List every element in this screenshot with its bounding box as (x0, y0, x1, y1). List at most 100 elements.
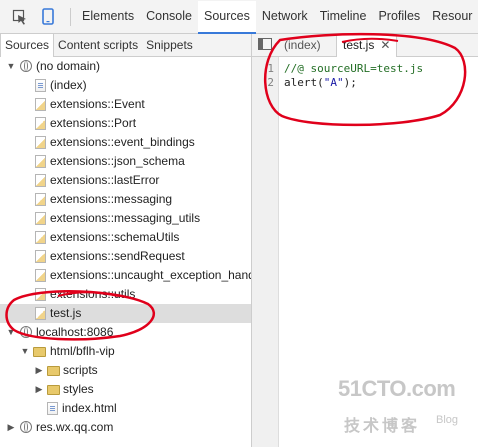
navigator-tabs: Sources Content scripts Snippets (0, 34, 251, 57)
tab-resources[interactable]: Resour (426, 0, 478, 33)
script-file-icon (35, 193, 46, 206)
tree-item-label: extensions::schemaUtils (50, 230, 180, 244)
tree-item-file[interactable]: extensions::messaging_utils (0, 209, 251, 228)
tree-item-file[interactable]: extensions::uncaught_exception_handl (0, 266, 251, 285)
editor-tab-index[interactable]: (index) (284, 34, 321, 56)
tab-navigator-sources[interactable]: Sources (0, 34, 55, 57)
tree-item-file[interactable]: extensions::Event (0, 95, 251, 114)
tree-item-file[interactable]: extensions::sendRequest (0, 247, 251, 266)
tree-item-file[interactable]: extensions::event_bindings (0, 133, 251, 152)
devtools-toolbar: Elements Console Sources Network Timelin… (0, 0, 478, 34)
code-string: "A" (323, 76, 344, 89)
tree-item-file[interactable]: extensions::Port (0, 114, 251, 133)
script-file-icon (35, 117, 46, 130)
collapse-triangle-icon[interactable]: ▶ (6, 418, 16, 437)
tree-item-label: extensions::event_bindings (50, 135, 195, 149)
code-comment: //@ sourceURL=test.js (284, 62, 424, 75)
globe-icon (20, 60, 32, 72)
line-number-gutter (252, 57, 279, 447)
toolbar-divider (70, 8, 71, 26)
globe-icon (20, 326, 32, 338)
file-tree: ▼ (no domain) (index) extensions::Event … (0, 57, 251, 437)
line-number: 1 (267, 62, 274, 75)
tree-item-test-js[interactable]: test.js (0, 304, 251, 323)
tab-content-scripts[interactable]: Content scripts (54, 34, 142, 56)
tree-item-label: extensions::json_schema (50, 154, 185, 168)
tree-item-file[interactable]: extensions::utils (0, 285, 251, 304)
tree-item-label: styles (63, 382, 94, 396)
html-file-icon (35, 79, 46, 92)
tree-item-label: test.js (50, 306, 82, 320)
collapse-triangle-icon[interactable]: ▶ (34, 380, 44, 399)
toggle-navigator-icon[interactable] (258, 38, 272, 50)
expand-triangle-icon[interactable]: ▼ (20, 342, 30, 361)
globe-icon (20, 421, 32, 433)
tree-item-label: (no domain) (36, 59, 101, 73)
editor-tab-test-js[interactable]: test.js ✕ (336, 34, 398, 57)
tab-elements[interactable]: Elements (76, 0, 140, 33)
code-line-2[interactable]: alert("A"); (284, 76, 357, 89)
tab-sources[interactable]: Sources (197, 1, 256, 34)
tree-item-label: extensions::utils (50, 287, 136, 301)
script-file-icon (35, 155, 46, 168)
inspect-element-icon[interactable] (8, 0, 32, 33)
folder-icon (33, 347, 46, 357)
watermark-sub: 技术博客 (344, 418, 421, 435)
code-end: ); (343, 76, 357, 89)
tree-item-file[interactable]: extensions::schemaUtils (0, 228, 251, 247)
code-line-1[interactable]: //@ sourceURL=test.js (284, 62, 423, 75)
tree-item-folder-bflh-vip[interactable]: ▼ html/bflh-vip (0, 342, 251, 361)
tree-item-label: extensions::Event (50, 97, 145, 111)
tab-snippets[interactable]: Snippets (142, 34, 197, 56)
html-file-icon (47, 402, 58, 415)
watermark-blog: Blog (436, 414, 459, 426)
tree-item-folder-styles[interactable]: ▶ styles (0, 380, 251, 399)
script-file-icon (35, 307, 46, 320)
tab-profiles[interactable]: Profiles (372, 0, 426, 33)
script-file-icon (35, 288, 46, 301)
editor-tabs: (index) test.js ✕ (252, 34, 478, 57)
tab-timeline[interactable]: Timeline (314, 0, 373, 33)
script-file-icon (35, 174, 46, 187)
folder-icon (47, 385, 60, 395)
close-icon[interactable]: ✕ (380, 38, 390, 52)
expand-triangle-icon[interactable]: ▼ (6, 323, 16, 342)
sources-navigator: Sources Content scripts Snippets ▼ (no d… (0, 34, 252, 447)
script-file-icon (35, 269, 46, 282)
script-file-icon (35, 212, 46, 225)
tab-console[interactable]: Console (140, 0, 198, 33)
tree-item-label: extensions::messaging_utils (50, 211, 201, 225)
tree-item-no-domain[interactable]: ▼ (no domain) (0, 57, 251, 76)
tree-item-label: extensions::sendRequest (50, 249, 185, 263)
tree-item-file[interactable]: extensions::json_schema (0, 152, 251, 171)
tree-item-label: extensions::Port (50, 116, 137, 130)
tree-item-index-html[interactable]: index.html (0, 399, 251, 418)
line-number: 2 (267, 76, 274, 89)
device-mode-icon[interactable] (36, 0, 60, 33)
tree-item-label: localhost:8086 (36, 325, 114, 339)
code-call: alert( (284, 76, 324, 89)
tree-item-label: index.html (62, 401, 117, 415)
panel-tabs: Elements Console Sources Network Timelin… (76, 0, 478, 34)
script-file-icon (35, 250, 46, 263)
tree-item-label: res.wx.qq.com (36, 420, 114, 434)
script-file-icon (35, 136, 46, 149)
tree-item-folder-scripts[interactable]: ▶ scripts (0, 361, 251, 380)
tree-item-label: extensions::uncaught_exception_handl (50, 268, 251, 282)
tree-item-label: scripts (63, 363, 98, 377)
watermark-site: 51CTO.com (338, 376, 456, 401)
tree-item-label: extensions::messaging (50, 192, 173, 206)
tree-item-file[interactable]: extensions::lastError (0, 171, 251, 190)
tree-item-index[interactable]: (index) (0, 76, 251, 95)
tree-item-localhost[interactable]: ▼ localhost:8086 (0, 323, 251, 342)
tree-item-res-wx[interactable]: ▶ res.wx.qq.com (0, 418, 251, 437)
expand-triangle-icon[interactable]: ▼ (6, 57, 16, 76)
tab-network[interactable]: Network (256, 0, 314, 33)
collapse-triangle-icon[interactable]: ▶ (34, 361, 44, 380)
folder-icon (47, 366, 60, 376)
editor-tab-label: test.js (343, 38, 375, 52)
tree-item-label: html/bflh-vip (50, 344, 115, 358)
tree-item-label: extensions::lastError (50, 173, 160, 187)
tree-item-file[interactable]: extensions::messaging (0, 190, 251, 209)
script-file-icon (35, 231, 46, 244)
